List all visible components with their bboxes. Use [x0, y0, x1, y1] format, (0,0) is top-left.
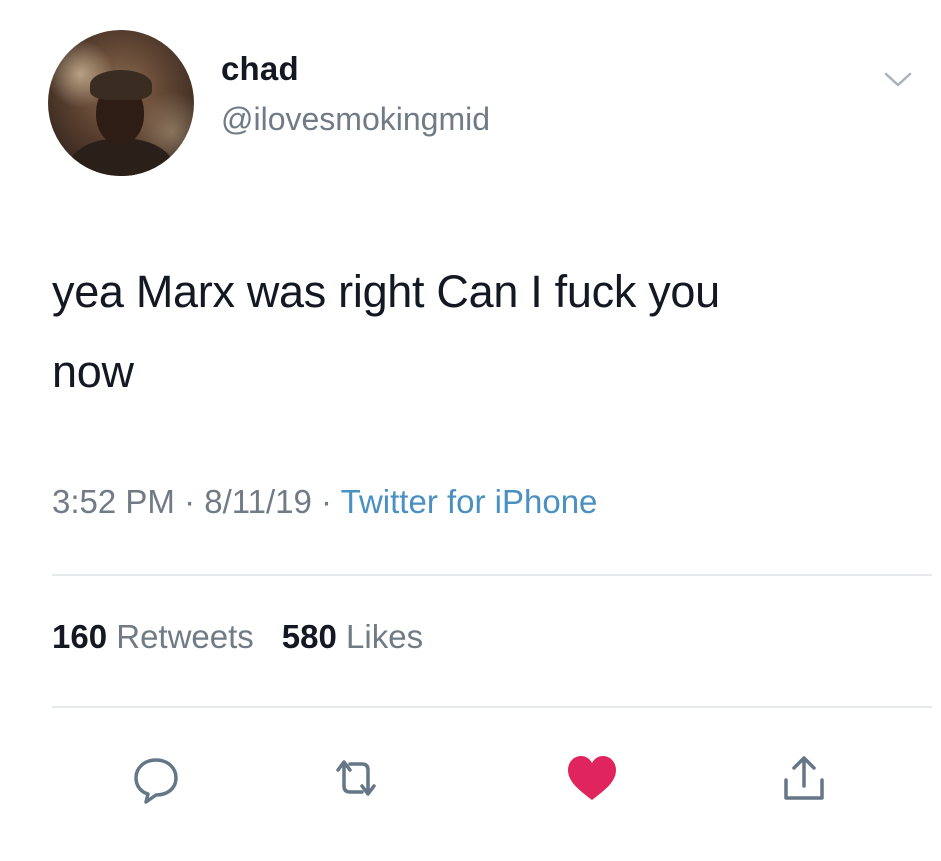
author-name[interactable]: chad	[221, 50, 299, 88]
divider	[52, 574, 932, 576]
reply-icon[interactable]	[126, 748, 186, 808]
tweet-stats: 160 Retweets 580 Likes	[52, 618, 423, 656]
likes-stat[interactable]: 580 Likes	[282, 618, 423, 655]
share-icon[interactable]	[774, 748, 834, 808]
likes-count: 580	[281, 618, 337, 655]
tweet-source-link[interactable]: Twitter for iPhone	[341, 483, 598, 520]
likes-label: Likes	[346, 618, 424, 655]
tweet-text-line: now	[52, 346, 134, 397]
tweet-text: yea Marx was right Can I fuck you now	[52, 252, 912, 412]
retweets-label: Retweets	[116, 618, 254, 655]
tweet-text-line: yea Marx was right Can I fuck you	[52, 266, 720, 317]
tweet-time: 3:52 PM	[52, 483, 175, 520]
divider	[52, 706, 932, 708]
chevron-down-icon[interactable]	[880, 64, 916, 94]
retweet-icon[interactable]	[326, 748, 386, 808]
meta-separator: ·	[311, 483, 341, 520]
avatar-hat	[90, 70, 152, 100]
tweet-meta: 3:52 PM · 8/11/19 · Twitter for iPhone	[52, 483, 597, 521]
retweets-count: 160	[52, 618, 108, 655]
retweets-stat[interactable]: 160 Retweets	[52, 618, 254, 655]
avatar[interactable]	[48, 30, 194, 176]
tweet-card: chad @ilovesmokingmid yea Marx was right…	[0, 0, 941, 861]
tweet-date: 8/11/19	[204, 483, 312, 520]
author-handle[interactable]: @ilovesmokingmid	[221, 101, 490, 138]
heart-icon[interactable]	[562, 748, 622, 808]
meta-separator: ·	[174, 483, 205, 520]
